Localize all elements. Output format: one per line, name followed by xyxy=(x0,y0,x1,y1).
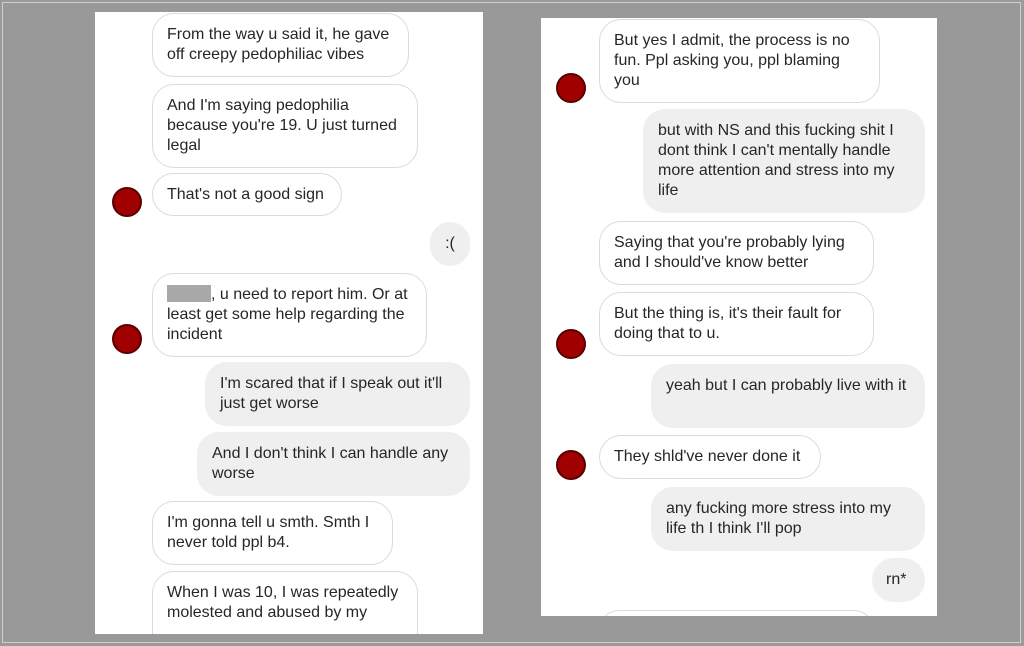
message-text: rn* xyxy=(886,571,907,588)
message-bubble-incoming: When I was 10, I was repeatedly molested… xyxy=(152,571,418,634)
message-text: yeah but I can probably live with it xyxy=(666,377,907,394)
message-bubble-incoming: But the thing is, it's their fault for d… xyxy=(599,292,874,356)
message-bubble-incoming xyxy=(599,610,874,616)
message-text: :( xyxy=(445,235,455,252)
message-bubble-incoming: , u need to report him. Or at least get … xyxy=(152,273,427,357)
message-bubble-incoming: Saying that you're probably lying and I … xyxy=(599,221,874,285)
message-bubble-incoming: But yes I admit, the process is no fun. … xyxy=(599,19,880,103)
message-text: When I was 10, I was repeatedly molested… xyxy=(167,584,399,621)
message-bubble-outgoing: but with NS and this fucking shit I dont… xyxy=(643,109,925,213)
message-bubble-incoming: They shld've never done it xyxy=(599,435,821,479)
message-bubble-incoming: I'm gonna tell u smth. Smth I never told… xyxy=(152,501,393,565)
message-bubble-incoming: From the way u said it, he gave off cree… xyxy=(152,13,409,77)
message-text: And I don't think I can handle any worse xyxy=(212,445,449,482)
message-bubble-outgoing: yeah but I can probably live with it xyxy=(651,364,925,428)
message-text: But yes I admit, the process is no fun. … xyxy=(614,32,850,89)
message-text: From the way u said it, he gave off cree… xyxy=(167,26,390,63)
contact-avatar[interactable] xyxy=(556,329,586,359)
message-text: any fucking more stress into my life th … xyxy=(666,500,891,537)
message-bubble-outgoing: rn* xyxy=(872,558,925,602)
message-bubble-incoming: That's not a good sign xyxy=(152,173,342,216)
message-text: And I'm saying pedophilia because you're… xyxy=(167,97,397,154)
message-bubble-outgoing: any fucking more stress into my life th … xyxy=(651,487,925,551)
redacted-name-block xyxy=(167,285,211,302)
chat-panel-right[interactable]: But yes I admit, the process is no fun. … xyxy=(541,18,937,616)
message-bubble-incoming: And I'm saying pedophilia because you're… xyxy=(152,84,418,168)
message-text: but with NS and this fucking shit I dont… xyxy=(658,122,895,199)
chat-panel-left[interactable]: From the way u said it, he gave off cree… xyxy=(95,12,483,634)
contact-avatar[interactable] xyxy=(112,324,142,354)
message-text: But the thing is, it's their fault for d… xyxy=(614,305,842,342)
message-bubble-outgoing: And I don't think I can handle any worse xyxy=(197,432,470,496)
message-text: That's not a good sign xyxy=(167,186,324,203)
message-text: I'm scared that if I speak out it'll jus… xyxy=(220,375,443,412)
message-bubble-outgoing: I'm scared that if I speak out it'll jus… xyxy=(205,362,470,426)
contact-avatar[interactable] xyxy=(556,450,586,480)
message-text: I'm gonna tell u smth. Smth I never told… xyxy=(167,514,370,551)
message-bubble-outgoing: :( xyxy=(430,222,470,266)
message-text: They shld've never done it xyxy=(614,448,801,465)
message-text: Saying that you're probably lying and I … xyxy=(614,234,845,271)
contact-avatar[interactable] xyxy=(112,187,142,217)
contact-avatar[interactable] xyxy=(556,73,586,103)
